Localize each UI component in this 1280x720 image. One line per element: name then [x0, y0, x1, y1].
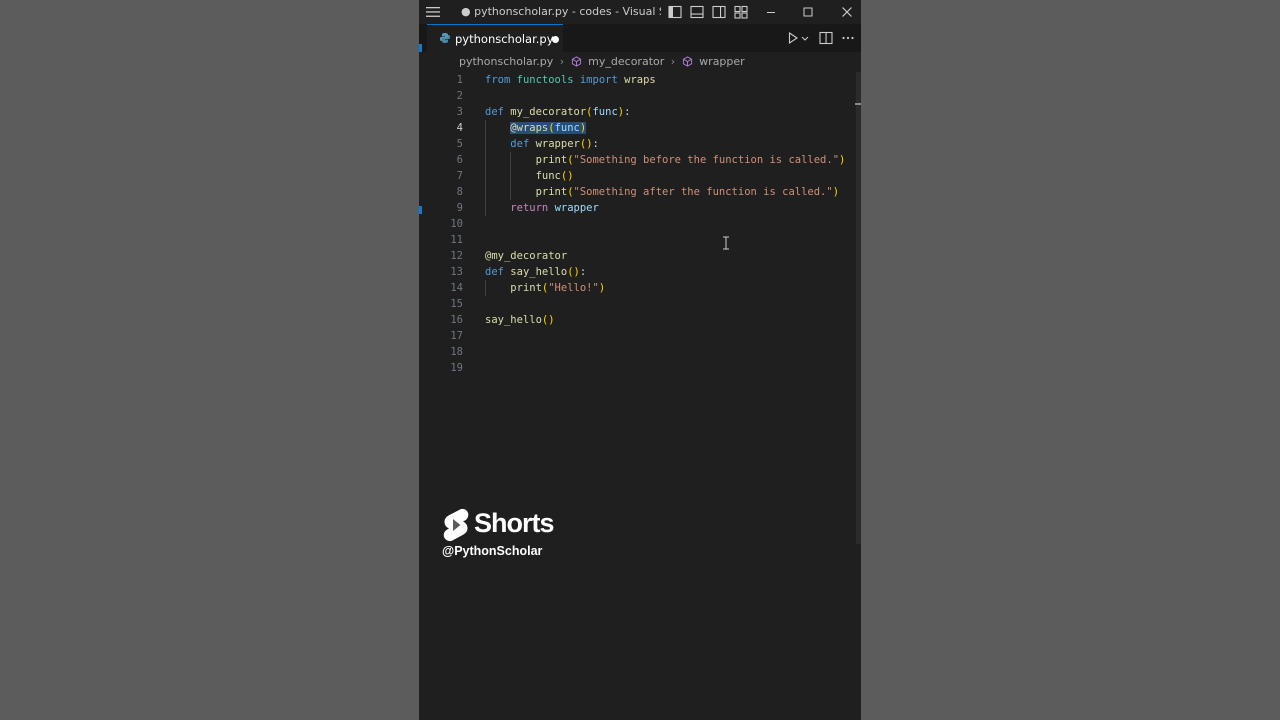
editor-scrollbar[interactable] — [856, 72, 861, 544]
line-number: 1 — [456, 74, 463, 86]
code-line[interactable]: 2 — [427, 88, 851, 104]
line-number: 6 — [456, 154, 463, 166]
indent-guide — [510, 152, 512, 200]
code-line[interactable]: 19 — [427, 360, 851, 376]
title-bar: ● pythonscholar.py - codes - Visual Stud… — [419, 0, 861, 24]
split-editor-icon[interactable] — [818, 30, 834, 46]
line-number: 2 — [456, 90, 463, 102]
code-text: return wrapper — [510, 202, 599, 214]
code-line[interactable]: 5 def wrapper(): — [427, 136, 851, 152]
line-number: 17 — [450, 330, 463, 342]
line-number: 5 — [456, 138, 463, 150]
line-number: 12 — [450, 250, 463, 262]
code-text: say_hello() — [485, 314, 555, 326]
breadcrumb-file[interactable]: pythonscholar.py — [459, 55, 553, 68]
code-line[interactable]: 17 — [427, 328, 851, 344]
code-line[interactable]: 9 return wrapper — [427, 200, 851, 216]
toggle-panel-icon[interactable] — [689, 4, 705, 20]
line-number: 11 — [450, 234, 463, 246]
line-number: 9 — [456, 202, 463, 214]
unsaved-dot-icon[interactable] — [552, 36, 559, 43]
tab-label: pythonscholar.py — [455, 32, 554, 46]
channel-handle: @PythonScholar — [442, 544, 543, 558]
breadcrumb: pythonscholar.py › my_decorator › wrappe… — [459, 54, 859, 72]
code-line[interactable]: 7 func() — [427, 168, 851, 184]
code-text: print("Something before the function is … — [535, 154, 846, 166]
code-line[interactable]: 10 — [427, 216, 851, 232]
code-line[interactable]: 4 @wraps(func) — [427, 120, 851, 136]
breadcrumb-symbol-my-decorator[interactable]: my_decorator — [588, 55, 664, 68]
gutter-change-marker — [419, 44, 422, 52]
code-line[interactable]: 13 def say_hello(): — [427, 264, 851, 280]
tab-bar: pythonscholar.py — [419, 24, 861, 52]
code-line[interactable]: 12 @my_decorator — [427, 248, 851, 264]
line-number: 3 — [456, 106, 463, 118]
run-python-file-icon[interactable] — [785, 30, 801, 46]
breadcrumb-chevron-icon: › — [559, 54, 565, 68]
vscode-window: ● pythonscholar.py - codes - Visual Stud… — [419, 0, 861, 720]
code-line[interactable]: 6 print("Something before the function i… — [427, 152, 851, 168]
code-line[interactable]: 8 print("Something after the function is… — [427, 184, 851, 200]
code-text: func() — [535, 170, 574, 182]
line-number: 14 — [450, 282, 463, 294]
code-line[interactable]: 16 say_hello() — [427, 312, 851, 328]
tab-pythonscholar[interactable]: pythonscholar.py — [427, 24, 563, 52]
hamburger-menu-icon[interactable] — [425, 4, 441, 20]
shorts-brand-text: Shorts — [474, 508, 555, 538]
method-cube-icon — [682, 55, 692, 67]
code-text: def my_decorator(func): — [485, 106, 631, 118]
text-cursor-icon — [723, 236, 729, 250]
breadcrumb-symbol-wrapper[interactable]: wrapper — [699, 55, 745, 68]
line-number: 19 — [450, 362, 463, 374]
gutter-change-marker — [419, 206, 422, 214]
line-number: 13 — [450, 266, 463, 278]
code-text: print("Something after the function is c… — [535, 186, 840, 198]
window-title: ● pythonscholar.py - codes - Visual Stud… — [461, 5, 661, 18]
line-number: 10 — [450, 218, 463, 230]
run-dropdown-chevron-icon[interactable] — [800, 30, 810, 46]
code-line[interactable]: 1 from functools import wraps — [427, 72, 851, 88]
more-actions-icon[interactable] — [840, 30, 856, 46]
line-number: 15 — [450, 298, 463, 310]
python-file-icon — [440, 33, 450, 43]
code-line[interactable]: 15 — [427, 296, 851, 312]
toggle-primary-sidebar-icon[interactable] — [667, 4, 683, 20]
close-icon[interactable] — [839, 4, 855, 20]
line-number: 16 — [450, 314, 463, 326]
maximize-icon[interactable] — [800, 4, 816, 20]
shorts-logo-icon — [443, 508, 469, 542]
indent-guide — [485, 120, 486, 216]
code-line[interactable]: 11 — [427, 232, 851, 248]
code-text: @wraps(func) — [510, 122, 587, 134]
code-line[interactable]: 3 def my_decorator(func): — [427, 104, 851, 120]
line-number: 4 — [456, 122, 463, 134]
code-line[interactable]: 18 — [427, 344, 851, 360]
code-text: print("Hello!") — [510, 282, 606, 294]
line-number: 8 — [456, 186, 463, 198]
scrollbar-cursor-marker — [855, 103, 861, 105]
code-text: from functools import wraps — [485, 74, 656, 86]
code-line[interactable]: 14 print("Hello!") — [427, 280, 851, 296]
indent-guide — [485, 280, 486, 296]
minimize-icon[interactable] — [763, 4, 779, 20]
toggle-secondary-sidebar-icon[interactable] — [711, 4, 727, 20]
method-cube-icon — [571, 55, 581, 67]
code-editor[interactable]: 1 from functools import wraps 2 3 def my_dec… — [427, 72, 851, 720]
customize-layout-icon[interactable] — [733, 4, 749, 20]
code-text: def wrapper(): — [510, 138, 599, 150]
line-number: 18 — [450, 346, 463, 358]
line-number: 7 — [456, 170, 463, 182]
breadcrumb-chevron-icon: › — [670, 54, 676, 68]
code-text: def say_hello(): — [485, 266, 587, 278]
code-text: @my_decorator — [485, 250, 568, 262]
